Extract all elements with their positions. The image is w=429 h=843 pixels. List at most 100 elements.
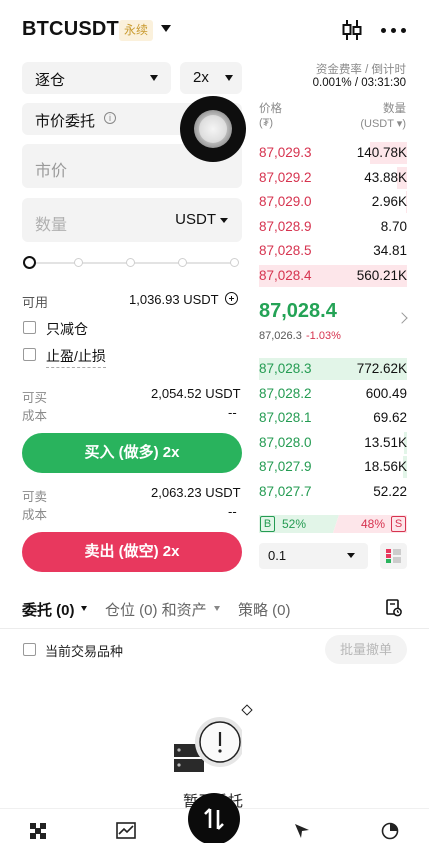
chevron-down-icon [225,75,233,81]
ask-row[interactable]: 87,029.2 43.88K [259,166,407,189]
ask-quantity: 560.21K [356,267,407,283]
leverage-select[interactable]: 2x [180,62,242,94]
bid-price: 87,028.3 [259,361,312,376]
cost-sell-label: 成本 [22,508,48,522]
precision-value: 0.1 [268,548,287,563]
leverage-label: 2x [193,69,209,86]
sell-percent: 48% [360,517,385,531]
current-symbol-label[interactable]: 当前交易品种 [45,641,123,660]
perpetual-badge: 永续 [119,20,154,41]
ask-row[interactable]: 87,028.5 34.81 [259,240,407,262]
sell-letter: S [391,516,406,532]
tpsl-checkbox[interactable] [23,348,36,361]
nav-home-icon[interactable] [29,822,47,840]
chevron-down-icon[interactable] [214,606,220,611]
tab-positions[interactable]: 仓位 (0) 和资产 [105,599,207,620]
buy-letter: B [260,516,275,532]
candlestick-icon[interactable] [341,19,363,41]
ask-quantity: 2.96K [371,194,407,209]
bid-row[interactable]: 87,027.7 52.22 [259,481,407,503]
ask-row[interactable]: 87,028.4 560.21K [259,264,407,287]
bid-price: 87,028.0 [259,434,312,450]
ask-price: 87,028.4 [259,267,312,283]
buy-sell-ratio-bar: B 52% 48% S [259,515,407,533]
bid-row[interactable]: 87,028.1 69.62 [259,407,407,429]
ask-quantity: 8.70 [380,218,407,234]
nav-assets-icon[interactable] [381,822,399,840]
trade-swap-button[interactable] [188,793,240,843]
nav-markets-icon[interactable] [116,822,136,840]
chevron-down-icon [150,75,158,81]
info-icon[interactable]: i [104,112,116,124]
slider-node-100[interactable] [230,258,239,267]
can-buy-label: 可买 [22,391,48,405]
chevron-down-icon[interactable] [81,606,87,611]
quantity-column-header: 数量 [383,103,406,115]
bid-row[interactable]: 87,027.9 18.56K [259,456,407,478]
precision-select[interactable]: 0.1 [259,543,368,569]
reduce-only-label[interactable]: 只减仓 [46,319,88,339]
symbol-title[interactable]: BTCUSDT [22,18,119,41]
bid-row[interactable]: 87,028.0 13.51K [259,431,407,454]
chevron-right-icon[interactable] [396,312,408,324]
tab-orders[interactable]: 委托 (0) [22,599,75,620]
bid-row[interactable]: 87,028.2 600.49 [259,383,407,405]
assistive-touch-button[interactable] [180,96,246,162]
orderbook-layout-icon[interactable] [380,543,407,569]
current-symbol-checkbox[interactable] [23,643,36,656]
more-icon[interactable] [381,28,407,34]
price-field-text: 市价 [35,163,68,180]
buy-percent: 52% [282,517,307,531]
swap-icon [204,808,224,830]
amount-slider-thumb[interactable] [23,256,36,269]
cost-buy-label: 成本 [22,409,48,423]
tab-strategy[interactable]: 策略 (0) [238,599,291,620]
slider-node-50[interactable] [126,258,135,267]
margin-mode-label: 逐仓 [35,72,66,89]
ask-row[interactable]: 87,028.9 8.70 [259,216,407,238]
funding-rate-value: 0.001% / 03:31:30 [312,77,406,89]
bid-price: 87,028.2 [259,385,312,401]
funding-rate-label: 资金费率 / 倒计时 [315,64,406,76]
slider-node-25[interactable] [74,258,83,267]
quantity-unit-select[interactable]: USDT [175,211,216,228]
available-label: 可用 [22,295,49,310]
mark-price: 87,026.3 [259,330,302,342]
tpsl-label[interactable]: 止盈/止损 [46,346,106,368]
bid-row[interactable]: 87,028.3 772.62K [259,358,407,380]
ask-price: 87,029.0 [259,194,312,209]
ask-price: 87,029.2 [259,169,312,185]
add-funds-icon[interactable] [225,292,238,305]
slider-node-75[interactable] [178,258,187,267]
ask-quantity: 140.78K [356,145,407,160]
ask-price: 87,028.5 [259,243,312,258]
cancel-all-button[interactable]: 批量撤单 [325,635,407,664]
can-sell-value: 2,063.23 USDT [151,485,241,500]
history-icon[interactable] [386,599,402,617]
bid-price: 87,027.7 [259,483,312,499]
ask-price: 87,028.9 [259,218,312,234]
bid-price: 87,027.9 [259,459,312,474]
margin-mode-select[interactable]: 逐仓 [22,62,171,94]
symbol-dropdown-icon[interactable] [161,25,171,32]
quantity-unit-select[interactable]: (USDT ▾) [360,117,406,130]
price-column-header: 价格 [259,103,282,115]
bid-quantity: 52.22 [373,483,407,499]
change-percent: -1.03% [306,330,341,342]
tabs-divider [0,628,429,629]
order-type-label: 市价委托 [35,113,96,130]
reduce-only-checkbox[interactable] [23,321,36,334]
bid-price: 87,028.1 [259,410,312,425]
bid-quantity: 772.62K [356,361,407,376]
sell-short-button[interactable]: 卖出 (做空) 2x [22,532,242,572]
quantity-placeholder: 数量 [35,217,68,234]
bid-quantity: 600.49 [365,385,407,401]
cost-sell-value: -- [228,504,237,519]
buy-long-button[interactable]: 买入 (做多) 2x [22,433,242,473]
bid-quantity: 69.62 [373,410,407,425]
nav-discover-icon[interactable] [293,822,311,840]
ask-row[interactable]: 87,029.3 140.78K [259,142,407,164]
chevron-down-icon [347,553,355,558]
ask-row[interactable]: 87,029.0 2.96K [259,191,407,213]
quantity-input[interactable]: 数量 USDT [22,198,242,242]
